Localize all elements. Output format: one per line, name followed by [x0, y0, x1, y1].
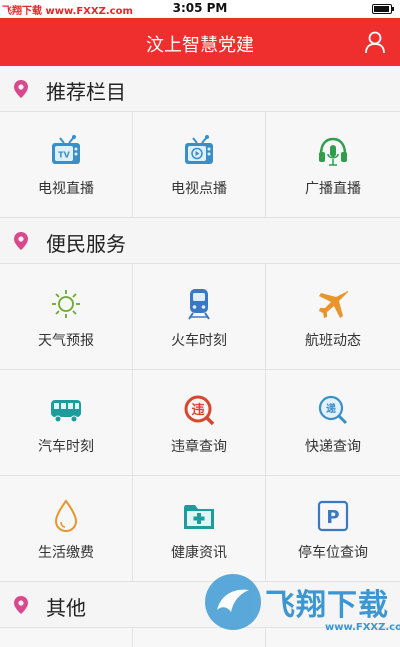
grid-item-label: 汽车时刻 — [38, 439, 94, 455]
tv-vod-icon — [181, 134, 217, 170]
svg-text:TV: TV — [58, 151, 70, 160]
grid-item-radio-live[interactable]: 广播直播 — [266, 112, 400, 218]
watermark-logo: 飞翔下载 www.FXXZ.com — [205, 570, 400, 647]
grid-item-placeholder — [0, 628, 133, 647]
section-header-recommended: 推荐栏目 — [0, 66, 400, 112]
tv-live-icon: TV — [48, 134, 84, 170]
grid-item-bus[interactable]: 汽车时刻 — [0, 370, 133, 476]
location-pin-icon — [14, 80, 28, 98]
express-icon: 递 — [315, 392, 351, 428]
airplane-icon — [315, 286, 351, 322]
train-icon — [181, 286, 217, 322]
status-time: 3:05 PM — [172, 1, 228, 15]
svg-text:P: P — [326, 507, 339, 528]
grid-item-violation[interactable]: 违 违章查询 — [133, 370, 266, 476]
grid-item-train[interactable]: 火车时刻 — [133, 264, 266, 370]
grid-item-label: 天气预报 — [38, 333, 94, 349]
grid-item-label: 电视点播 — [171, 181, 227, 197]
violation-icon: 违 — [181, 392, 217, 428]
recommended-grid: TV 电视直播 电视点播 广播直播 — [0, 112, 400, 218]
page-title: 汶上智慧党建 — [146, 35, 254, 56]
grid-item-label: 违章查询 — [171, 439, 227, 455]
services-grid: 天气预报 火车时刻 航班动态 汽车时刻 违 违章查询 递 快递查询 生活缴费 健… — [0, 264, 400, 582]
grid-item-label: 健康资讯 — [171, 545, 227, 561]
section-title: 推荐栏目 — [46, 80, 126, 104]
section-title: 便民服务 — [46, 232, 126, 256]
grid-item-health[interactable]: 健康资讯 — [133, 476, 266, 582]
grid-item-flight[interactable]: 航班动态 — [266, 264, 400, 370]
watermark-url: www.FXXZ.com — [325, 622, 400, 633]
location-pin-icon — [14, 596, 28, 614]
watermark-logo-icon — [205, 574, 261, 630]
water-drop-icon — [48, 498, 84, 534]
section-title: 其他 — [46, 596, 86, 620]
grid-item-tv-live[interactable]: TV 电视直播 — [0, 112, 133, 218]
user-icon[interactable] — [364, 30, 386, 54]
watermark-brand: 飞翔下载 — [265, 588, 389, 623]
svg-text:递: 递 — [326, 402, 336, 415]
medical-folder-icon — [181, 498, 217, 534]
parking-icon: P — [315, 498, 351, 534]
app-header: 汶上智慧党建 — [0, 18, 400, 66]
sun-icon — [48, 286, 84, 322]
grid-item-label: 广播直播 — [305, 181, 361, 197]
grid-item-label: 停车位查询 — [298, 545, 368, 561]
grid-item-tv-vod[interactable]: 电视点播 — [133, 112, 266, 218]
grid-item-label: 火车时刻 — [171, 333, 227, 349]
battery-icon — [372, 4, 394, 14]
grid-item-label: 航班动态 — [305, 333, 361, 349]
location-pin-icon — [14, 232, 28, 250]
grid-item-label: 快递查询 — [305, 439, 361, 455]
svg-text:违: 违 — [191, 402, 204, 418]
section-header-services: 便民服务 — [0, 218, 400, 264]
grid-item-weather[interactable]: 天气预报 — [0, 264, 133, 370]
bus-icon — [48, 392, 84, 428]
grid-item-utility[interactable]: 生活缴费 — [0, 476, 133, 582]
grid-item-label: 生活缴费 — [38, 545, 94, 561]
radio-headset-icon — [315, 134, 351, 170]
grid-item-express[interactable]: 递 快递查询 — [266, 370, 400, 476]
status-bar: 飞翔下载 www.FXXZ.com 3:05 PM — [0, 0, 400, 18]
grid-item-parking[interactable]: P 停车位查询 — [266, 476, 400, 582]
grid-item-label: 电视直播 — [38, 181, 94, 197]
